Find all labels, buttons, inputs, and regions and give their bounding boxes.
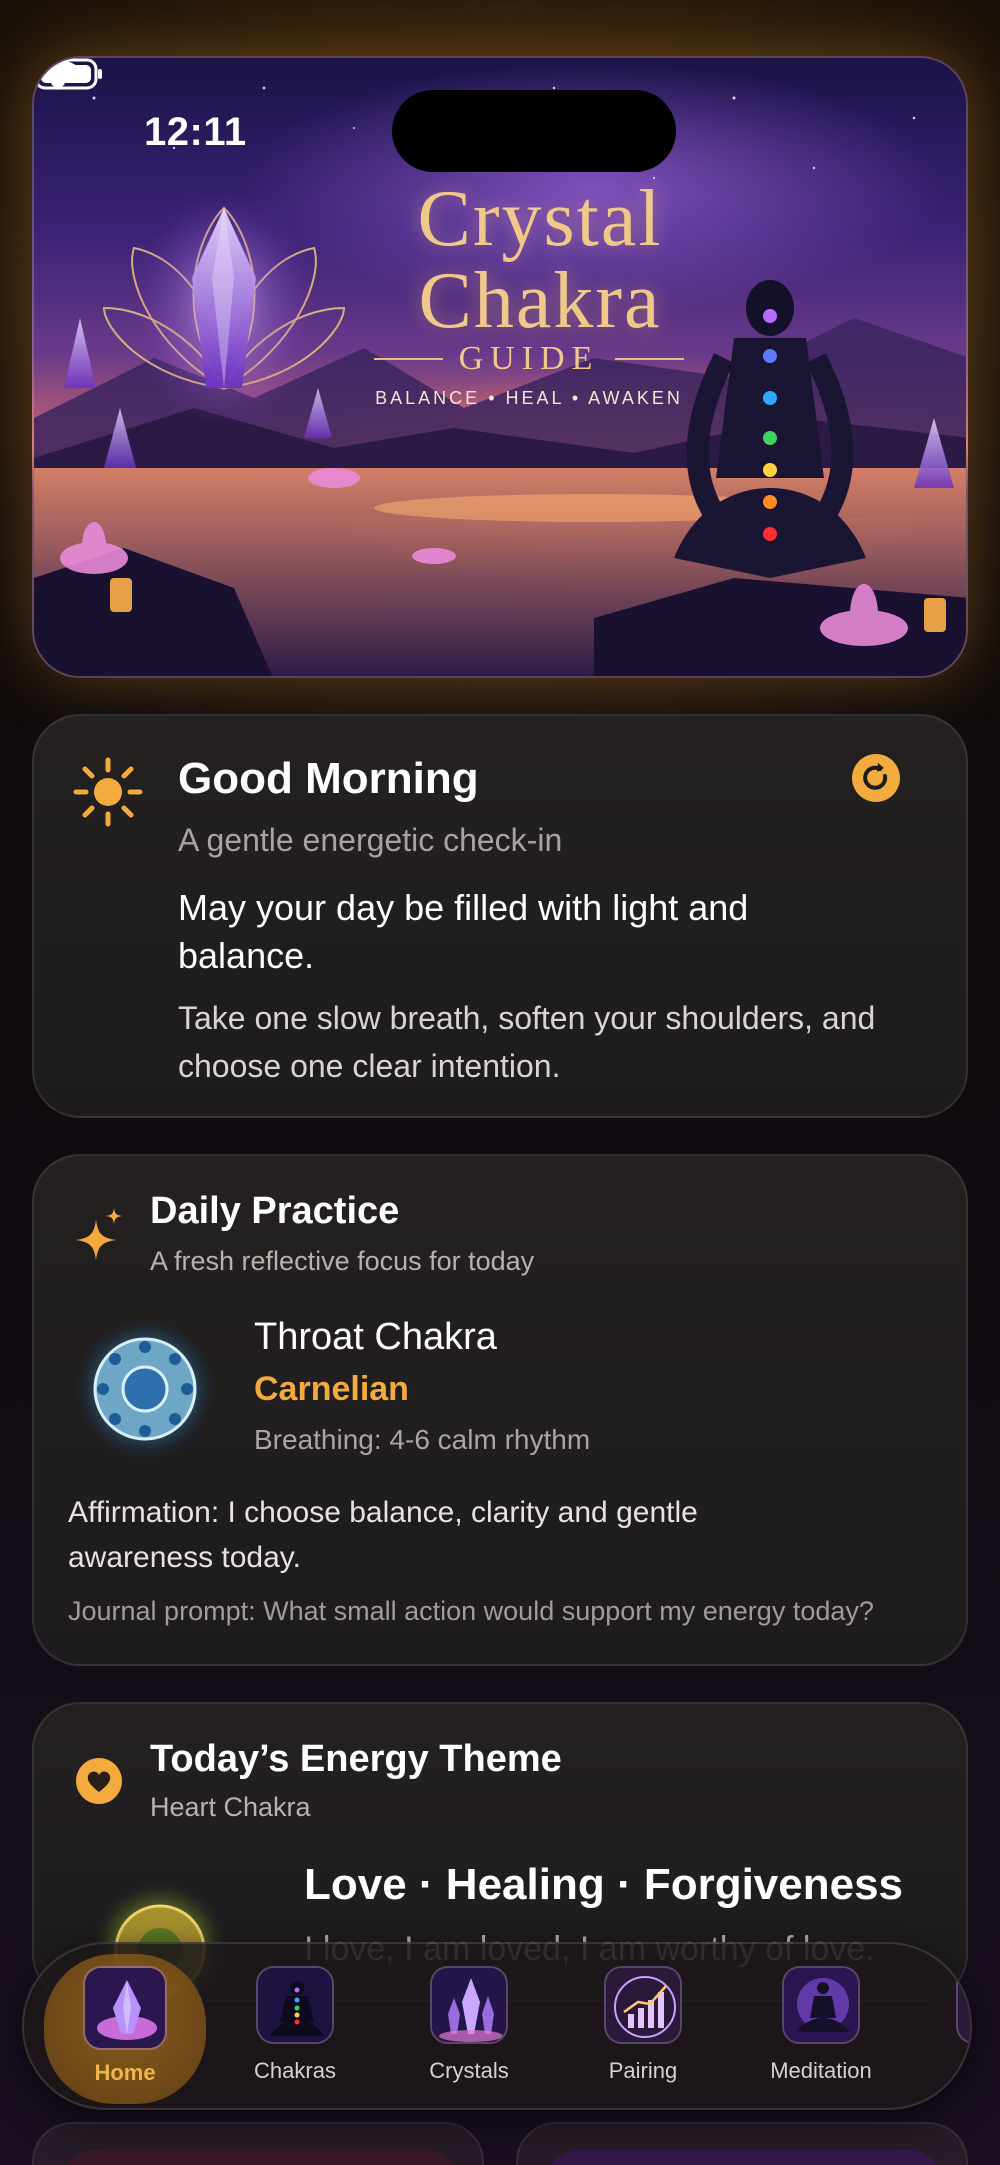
tab-bar: Home Chakras Crystals Pairing Meditation (22, 1942, 972, 2110)
dynamic-island (392, 90, 676, 172)
crystal-name: Carnelian (254, 1370, 409, 1408)
tab-home-label: Home (94, 2060, 156, 2085)
tab-home[interactable]: Home (44, 1954, 206, 2104)
status-time: 12:11 (144, 110, 247, 154)
peek-card-right[interactable] (516, 2122, 968, 2165)
divider (374, 358, 443, 360)
sun-icon (73, 757, 143, 827)
hero-title-line1: Crystal (417, 175, 663, 263)
peek-chip (64, 2150, 456, 2165)
tab-pairing[interactable]: Pairing (568, 1960, 718, 2096)
daily-practice-subtitle: A fresh reflective focus for today (150, 1246, 535, 1276)
greeting-subtitle: A gentle energetic check-in (178, 822, 563, 858)
hero-title-line2: Chakra (418, 257, 662, 345)
tab-meditation[interactable]: Meditation (746, 1960, 896, 2096)
energy-theme-subtitle: Heart Chakra (150, 1792, 311, 1822)
greeting-message: May your day be filled with light and ba… (178, 887, 749, 976)
refresh-button[interactable] (852, 754, 900, 802)
chakra-name: Throat Chakra (254, 1316, 497, 1358)
heart-icon (76, 1758, 122, 1804)
sparkle-icon (76, 1208, 122, 1260)
affirmation-text: Affirmation: I choose balance, clarity a… (68, 1496, 698, 1574)
daily-practice-card[interactable]: Daily Practice A fresh reflective focus … (32, 1154, 968, 1666)
tab-meditation-label: Meditation (770, 2058, 872, 2083)
greeting-title: Good Morning (178, 754, 479, 803)
battery-icon (34, 58, 102, 90)
tab-crystals[interactable]: Crystals (394, 1960, 544, 2096)
hero-subtitle: GUIDE (374, 336, 685, 382)
energy-theme-words: Love · Healing · Forgiveness (304, 1860, 904, 1909)
greeting-card: Good Morning A gentle energetic check-in… (32, 714, 968, 1118)
throat-chakra-image (73, 1317, 217, 1461)
pairing-chart-icon (604, 1966, 682, 2044)
divider (615, 358, 685, 360)
hero-tagline: BALANCE • HEAL • AWAKEN (375, 388, 683, 408)
tab-chakras-label: Chakras (254, 2058, 336, 2083)
tab-crystals-label: Crystals (429, 2058, 509, 2083)
journal-icon (956, 1966, 970, 2044)
peek-chip (548, 2150, 940, 2165)
tab-chakras[interactable]: Chakras (220, 1960, 370, 2096)
tab-journal-label: Jo (920, 2058, 970, 2084)
energy-theme-title: Today’s Energy Theme (150, 1738, 562, 1780)
crystal-cluster-icon (430, 1966, 508, 2044)
meditation-aura-icon (782, 1966, 860, 2044)
hero-title: Crystal Chakra (360, 178, 720, 342)
daily-practice-title: Daily Practice (150, 1190, 400, 1232)
tab-pairing-label: Pairing (608, 2058, 678, 2083)
peek-card-left[interactable] (32, 2122, 484, 2165)
tab-journal[interactable]: Jo (920, 1960, 970, 2096)
journal-prompt: Journal prompt: What small action would … (68, 1596, 874, 1626)
meditation-chakra-icon (256, 1966, 334, 2044)
greeting-note: Take one slow breath, soften your should… (178, 1000, 876, 1084)
hero-banner: 12:11 Crystal Chakra GUIDE BALANCE • HEA… (32, 56, 968, 678)
breathing-text: Breathing: 4-6 calm rhythm (254, 1424, 591, 1455)
hero-subtitle-text: GUIDE (458, 340, 600, 377)
lotus-crystal-icon (83, 1966, 167, 2050)
